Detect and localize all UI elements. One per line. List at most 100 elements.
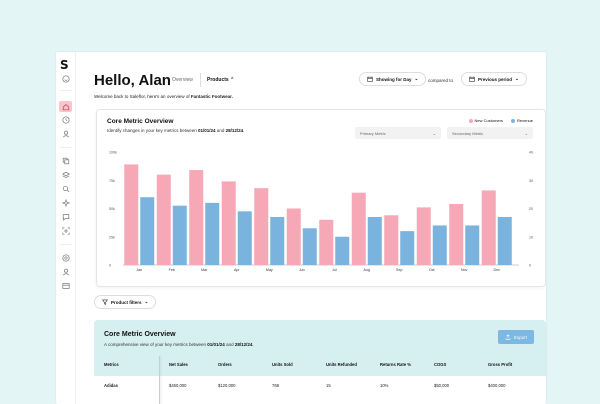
table-card-subtitle: A comprehensive view of your key metrics…: [104, 342, 254, 347]
y-right-tick-label: 40: [529, 151, 533, 155]
app-window: S Hello, Alan Overview Products ⌃ Welcom…: [56, 52, 546, 404]
upload-icon: [505, 333, 511, 341]
column-header-cogs[interactable]: COGS: [434, 362, 446, 367]
bar-new-customers: [254, 188, 269, 265]
showing-for-day-dropdown[interactable]: Showing for Day ⌄: [359, 72, 427, 86]
x-tick-label: Jul: [332, 268, 337, 272]
y-left-tick-label: 0: [109, 264, 111, 268]
table-cell: 10%: [380, 383, 389, 388]
main-content: Hello, Alan Overview Products ⌃ Welcome …: [76, 52, 546, 404]
filter-icon: [102, 299, 108, 306]
sidebar-divider: [60, 90, 72, 91]
sparkle-icon[interactable]: [61, 198, 70, 207]
sidebar-divider: [60, 244, 72, 245]
chevron-down-icon: ⌄: [515, 76, 519, 81]
profile-icon[interactable]: [61, 267, 70, 276]
bar-revenue: [432, 225, 447, 265]
tab-overview[interactable]: Overview: [172, 77, 193, 83]
help-icon[interactable]: [61, 253, 70, 262]
bar-new-customers: [351, 192, 366, 265]
date-start: 01/01/24: [207, 342, 225, 347]
bar-revenue: [497, 216, 512, 265]
sidebar: S: [56, 52, 76, 404]
y-right-tick-label: 0: [529, 264, 531, 268]
secondary-metric-select[interactable]: Secondary Metric ⌄: [447, 127, 533, 139]
x-tick-label: Jun: [299, 268, 305, 272]
product-filters-button[interactable]: Product filters ⌄: [94, 295, 157, 309]
column-header-orders[interactable]: Orders: [218, 362, 232, 367]
secondary-metric-value: Secondary Metric: [452, 130, 484, 136]
bar-revenue: [237, 211, 252, 265]
brand-name: Fantastic Footwear.: [190, 94, 233, 99]
tab-products[interactable]: Products ⌃: [200, 73, 240, 87]
table-cell: 15: [326, 383, 331, 388]
y-right-tick-label: 20: [529, 207, 533, 211]
welcome-text: Welcome back to Saleflor, here's an over…: [94, 94, 191, 99]
column-header-units-refunded[interactable]: Units Refunded: [326, 362, 357, 367]
y-left-tick-label: 100k: [109, 151, 117, 155]
table-cell: $120,000: [218, 383, 236, 388]
table-cell: $400,000: [488, 383, 506, 388]
column-header-net-sales[interactable]: Net Sales: [169, 362, 188, 367]
chevron-up-icon: ⌃: [230, 77, 235, 83]
subtitle-suffix: .: [243, 128, 245, 133]
legend-label: New Customers: [474, 118, 503, 123]
app-logo[interactable]: S: [60, 58, 69, 72]
primary-metric-value: Primary Metric: [360, 130, 386, 136]
export-button[interactable]: Export: [498, 330, 534, 344]
table-cell: 768: [272, 383, 279, 388]
bar-revenue: [270, 216, 285, 265]
column-header-units-sold[interactable]: Units Sold: [272, 362, 293, 367]
x-tick-label: Nov: [461, 268, 468, 272]
y-left-tick-label: 50k: [109, 207, 115, 211]
legend-label: Revenue: [516, 118, 533, 123]
legend-item-revenue: Revenue: [510, 118, 533, 123]
y-right-tick-label: 10: [529, 235, 533, 239]
column-header-metrics[interactable]: Metrics: [104, 362, 119, 367]
x-tick-label: Feb: [169, 268, 175, 272]
chart-legend: New Customers Revenue: [468, 118, 533, 123]
layers-icon[interactable]: [61, 170, 70, 179]
core-metric-chart-card: Core Metric Overview Identify changes in…: [96, 109, 546, 287]
x-tick-label: Dec: [494, 268, 501, 272]
scan-icon[interactable]: [61, 226, 70, 235]
card-icon[interactable]: [61, 281, 70, 290]
chart-card-title: Core Metric Overview: [107, 118, 174, 125]
sticky-column-divider: [159, 356, 160, 404]
bar-new-customers: [124, 164, 139, 265]
subtitle-and: and: [215, 128, 226, 133]
bar-revenue: [172, 205, 187, 265]
legend-item-new-customers: New Customers: [468, 118, 503, 123]
legend-swatch: [468, 118, 473, 123]
core-metric-bar-chart: 100k 75k 50k 25k 0 40 30 20 10 0 Jan Feb Mar Apr May Ju…: [109, 151, 533, 273]
chevron-down-icon: ⌄: [144, 299, 149, 304]
subtitle-text: A comprehensive view of your key metrics…: [104, 342, 208, 347]
primary-metric-select[interactable]: Primary Metric ⌄: [355, 127, 441, 139]
bar-new-customers: [384, 215, 399, 265]
table-cell: $450,000: [169, 383, 187, 388]
chat-icon[interactable]: [61, 212, 70, 221]
chevron-down-icon: ⌄: [432, 130, 436, 136]
search-icon[interactable]: [61, 184, 70, 193]
sidebar-divider: [60, 147, 72, 148]
x-tick-label: Oct: [429, 268, 435, 272]
column-header-gross-profit[interactable]: Gross Profit: [488, 362, 512, 367]
x-tick-label: Jan: [136, 268, 142, 272]
column-header-returns-rate[interactable]: Returns Rate %: [380, 362, 411, 367]
bar-new-customers: [156, 174, 171, 265]
chart-card-subtitle: Identify changes in your key metrics bet…: [107, 128, 244, 133]
clock-icon[interactable]: [61, 115, 70, 124]
subtitle-suffix: .: [252, 342, 254, 347]
user-icon[interactable]: [61, 129, 70, 138]
bar-revenue: [302, 228, 317, 265]
subtitle-text: Identify changes in your key metrics bet…: [107, 128, 199, 133]
home-icon[interactable]: [59, 101, 72, 112]
copy-icon[interactable]: [61, 156, 70, 165]
previous-period-dropdown[interactable]: Previous period ⌄: [461, 72, 527, 86]
x-tick-label: May: [266, 268, 273, 272]
x-tick-label: Aug: [364, 268, 370, 272]
smile-icon[interactable]: [61, 74, 70, 83]
table-cell: $50,000: [434, 383, 450, 388]
bar-new-customers: [189, 170, 204, 265]
bar-revenue: [367, 216, 382, 265]
